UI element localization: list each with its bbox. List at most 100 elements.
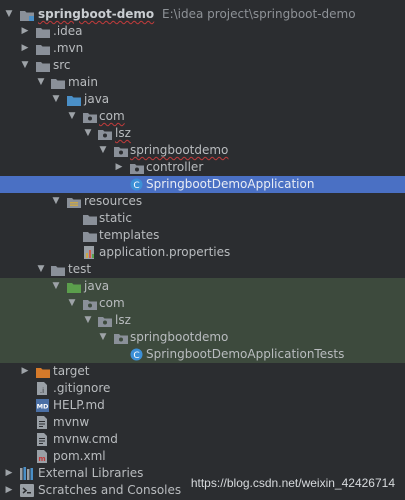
tree-item-springbootdemoapplicationtests[interactable]: C SpringbootDemoApplicationTests xyxy=(0,346,405,363)
markdown-file-icon: MD xyxy=(36,399,49,412)
tree-item-pom-xml[interactable]: m pom.xml xyxy=(0,448,405,465)
folder-icon xyxy=(36,26,50,38)
project-name: springboot-demo xyxy=(38,7,155,21)
package-icon xyxy=(83,298,97,310)
properties-file-icon xyxy=(83,246,96,259)
tree-item-test[interactable]: ▼ test xyxy=(0,261,405,278)
chevron-down-icon[interactable]: ▼ xyxy=(36,261,46,278)
package-icon xyxy=(83,111,97,123)
tree-item-label: springbootdemo xyxy=(130,330,229,344)
tree-item-label: HELP.md xyxy=(53,398,105,412)
tree-item-springbootdemoapplication[interactable]: C SpringbootDemoApplication xyxy=(0,176,405,193)
watermark: https://blog.csdn.net/weixin_42426714 xyxy=(190,476,395,490)
tree-item-test-springbootdemo[interactable]: ▼ springbootdemo xyxy=(0,329,405,346)
chevron-right-icon[interactable]: ▶ xyxy=(20,363,30,380)
svg-text:MD: MD xyxy=(37,403,49,411)
chevron-down-icon[interactable]: ▼ xyxy=(20,57,30,74)
chevron-down-icon[interactable]: ▼ xyxy=(83,125,93,142)
folder-icon xyxy=(51,264,65,276)
chevron-down-icon[interactable]: ▼ xyxy=(67,108,77,125)
tree-item-label: com xyxy=(99,296,125,310)
tree-item-label: test xyxy=(68,262,92,276)
tree-item-main[interactable]: ▼ main xyxy=(0,74,405,91)
tree-item-test-com[interactable]: ▼ com xyxy=(0,295,405,312)
tree-item-label: .idea xyxy=(53,24,83,38)
tree-item-label: com xyxy=(99,109,125,123)
tree-item-src[interactable]: ▼ src xyxy=(0,57,405,74)
chevron-down-icon[interactable]: ▼ xyxy=(51,278,61,295)
tree-item-idea[interactable]: ▶ .idea xyxy=(0,23,405,40)
libraries-icon xyxy=(20,467,34,480)
tree-item-label: pom.xml xyxy=(53,449,106,463)
tree-item-label: static xyxy=(99,211,132,225)
tree-item-gitignore[interactable]: .i .gitignore xyxy=(0,380,405,397)
svg-text:C: C xyxy=(133,351,139,361)
tree-item-label: java xyxy=(84,92,110,106)
project-tree-panel: ▼ springboot-demo E:\idea project\spring… xyxy=(0,0,405,500)
package-icon xyxy=(130,162,144,174)
folder-icon xyxy=(36,43,50,55)
package-icon xyxy=(98,128,112,140)
chevron-down-icon[interactable]: ▼ xyxy=(98,329,108,346)
svg-text:C: C xyxy=(133,181,139,191)
tree-item-label: mvnw.cmd xyxy=(53,432,118,446)
tree-item-label: .mvn xyxy=(53,41,84,55)
folder-icon xyxy=(83,213,97,225)
class-icon: C xyxy=(130,178,143,191)
chevron-right-icon[interactable]: ▶ xyxy=(114,159,124,176)
file-icon xyxy=(36,416,48,429)
scratches-icon xyxy=(20,484,34,497)
chevron-right-icon[interactable]: ▶ xyxy=(20,23,30,40)
project-path: E:\idea project\springboot-demo xyxy=(162,7,356,21)
chevron-right-icon[interactable]: ▶ xyxy=(4,465,14,482)
chevron-down-icon[interactable]: ▼ xyxy=(67,295,77,312)
maven-file-icon: m xyxy=(36,450,49,463)
tree-item-main-lsz[interactable]: ▼ lsz xyxy=(0,125,405,142)
tree-item-help-md[interactable]: MD HELP.md xyxy=(0,397,405,414)
tree-item-mvnw-cmd[interactable]: mvnw.cmd xyxy=(0,431,405,448)
tree-item-target[interactable]: ▶ target xyxy=(0,363,405,380)
tree-item-main-java[interactable]: ▼ java xyxy=(0,91,405,108)
tree-item-controller[interactable]: ▶ controller xyxy=(0,159,405,176)
tree-item-label: mvnw xyxy=(53,415,90,429)
chevron-down-icon[interactable]: ▼ xyxy=(4,6,14,23)
package-icon xyxy=(114,145,128,157)
source-folder-icon xyxy=(67,94,81,106)
chevron-down-icon[interactable]: ▼ xyxy=(36,74,46,91)
tree-item-test-lsz[interactable]: ▼ lsz xyxy=(0,312,405,329)
file-icon xyxy=(36,433,48,446)
class-icon: C xyxy=(130,348,143,361)
tree-item-main-springbootdemo[interactable]: ▼ springbootdemo xyxy=(0,142,405,159)
module-folder-icon xyxy=(20,9,34,21)
tree-item-label: application.properties xyxy=(99,245,231,259)
tree-item-label: SpringbootDemoApplication xyxy=(146,177,315,191)
test-source-folder-icon xyxy=(67,281,81,293)
chevron-right-icon[interactable]: ▶ xyxy=(20,40,30,57)
chevron-down-icon[interactable]: ▼ xyxy=(98,142,108,159)
folder-icon xyxy=(83,230,97,242)
tree-item-mvn[interactable]: ▶ .mvn xyxy=(0,40,405,57)
tree-item-label: controller xyxy=(146,160,204,174)
tree-item-main-com[interactable]: ▼ com xyxy=(0,108,405,125)
tree-item-label: lsz xyxy=(115,126,131,140)
tree-item-application-properties[interactable]: application.properties xyxy=(0,244,405,261)
tree-item-label: SpringbootDemoApplicationTests xyxy=(146,347,345,361)
chevron-down-icon[interactable]: ▼ xyxy=(83,312,93,329)
tree-item-label: templates xyxy=(99,228,160,242)
chevron-down-icon[interactable]: ▼ xyxy=(51,91,61,108)
chevron-right-icon[interactable]: ▶ xyxy=(4,482,14,499)
chevron-down-icon[interactable]: ▼ xyxy=(51,193,61,210)
package-icon xyxy=(98,315,112,327)
tree-item-label: Scratches and Consoles xyxy=(38,483,182,497)
tree-item-resources[interactable]: ▼ resources xyxy=(0,193,405,210)
tree-item-static[interactable]: static xyxy=(0,210,405,227)
tree-item-test-java[interactable]: ▼ java xyxy=(0,278,405,295)
tree-item-mvnw[interactable]: mvnw xyxy=(0,414,405,431)
folder-icon xyxy=(51,77,65,89)
excluded-folder-icon xyxy=(36,366,50,378)
tree-item-label: main xyxy=(68,75,98,89)
tree-root[interactable]: ▼ springboot-demo E:\idea project\spring… xyxy=(0,6,405,23)
resources-folder-icon xyxy=(67,196,81,208)
tree-item-templates[interactable]: templates xyxy=(0,227,405,244)
tree-item-label: resources xyxy=(84,194,143,208)
